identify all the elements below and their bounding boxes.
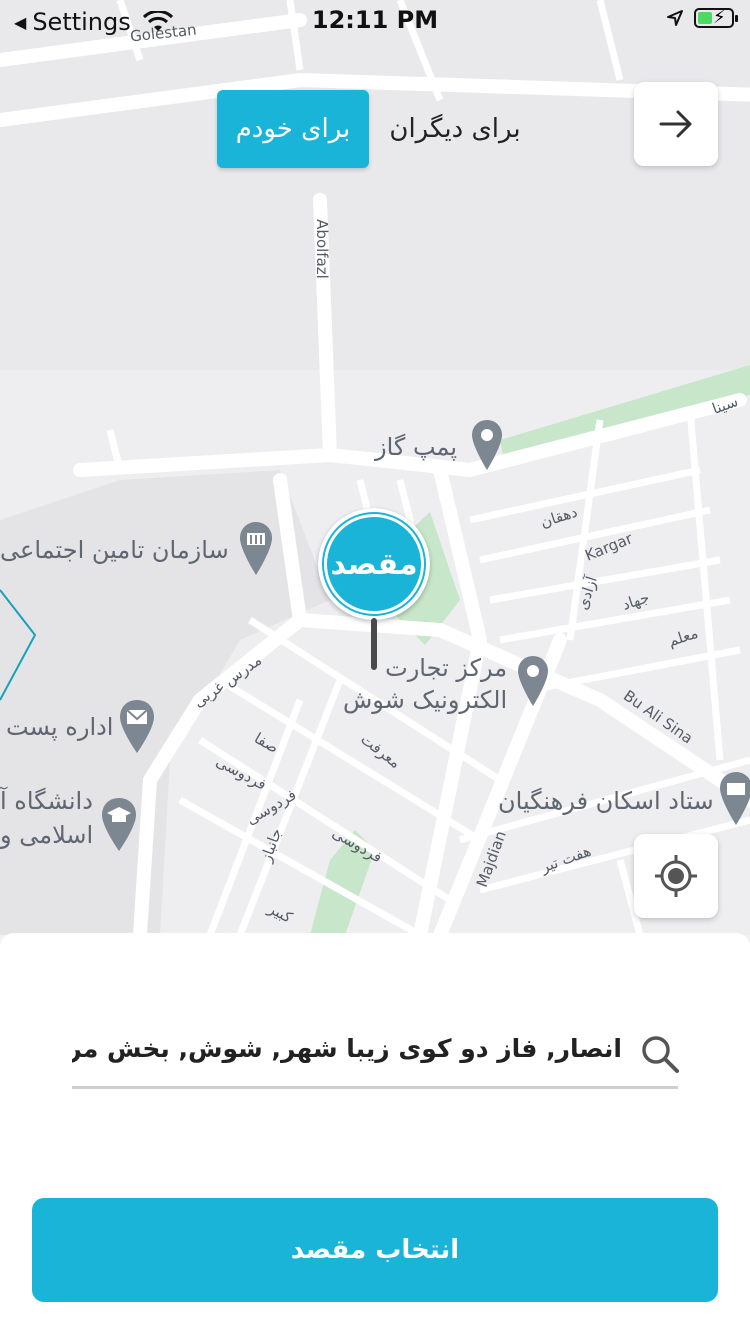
poi-label-line2: اسلامی و (0, 821, 94, 849)
location-arrow-icon (667, 10, 683, 26)
search-icon[interactable] (638, 1032, 682, 1076)
back-button[interactable] (634, 82, 718, 166)
street-label: Abolfazl (312, 219, 331, 279)
poi-post-office[interactable]: اداره پست (6, 713, 113, 741)
destination-pin-head: مقصد (318, 508, 430, 620)
for-me-label: برای خودم (235, 114, 351, 144)
poi-teachers-housing[interactable]: ستاد اسکان فرهنگیان (498, 787, 714, 815)
for-others-toggle[interactable]: برای دیگران (380, 90, 530, 168)
poi-gas-station[interactable]: پمپ گاز (375, 433, 457, 461)
destination-pin-stick (371, 618, 377, 670)
battery-icon: ⚡ (694, 7, 738, 28)
school-marker-icon (102, 798, 136, 851)
map-marker-icon (518, 656, 548, 706)
building-marker-icon (240, 522, 272, 575)
search-field[interactable]: انصار, فاز دو کوی زیبا شهر, شوش, بخش مرک… (72, 1020, 679, 1089)
poi-social-security[interactable]: سازمان تامین اجتماعی (0, 536, 229, 564)
status-time: 12:11 PM (311, 6, 439, 34)
poi-label-line1: دانشگاه آ (0, 787, 93, 815)
poi-label: پمپ گاز (375, 433, 458, 461)
building-marker-icon (720, 772, 750, 825)
status-right: ⚡ (666, 7, 738, 28)
crosshair-icon (655, 855, 697, 897)
status-bar: ◀ Settings 12:11 PM ⚡ (0, 0, 750, 42)
select-destination-button[interactable]: انتخاب مقصد (32, 1198, 718, 1302)
for-me-toggle[interactable]: برای خودم (217, 90, 369, 168)
arrow-right-icon (659, 110, 692, 138)
map-marker-icon (472, 420, 502, 470)
my-location-button[interactable] (634, 834, 718, 918)
for-others-label: برای دیگران (389, 114, 521, 144)
select-destination-label: انتخاب مقصد (290, 1235, 460, 1265)
poi-university[interactable]: دانشگاه آ اسلامی و (0, 784, 93, 852)
poi-label: اداره پست (6, 713, 114, 741)
poi-label-line2: الکترونیک شوش (343, 686, 508, 714)
poi-label: سازمان تامین اجتماعی (0, 536, 229, 564)
mail-marker-icon (120, 700, 154, 753)
search-input[interactable]: انصار, فاز دو کوی زیبا شهر, شوش, بخش مرک… (72, 1034, 622, 1063)
destination-pin-label: مقصد (330, 546, 418, 582)
destination-pin[interactable]: مقصد (318, 508, 430, 678)
poi-label: ستاد اسکان فرهنگیان (498, 787, 714, 815)
